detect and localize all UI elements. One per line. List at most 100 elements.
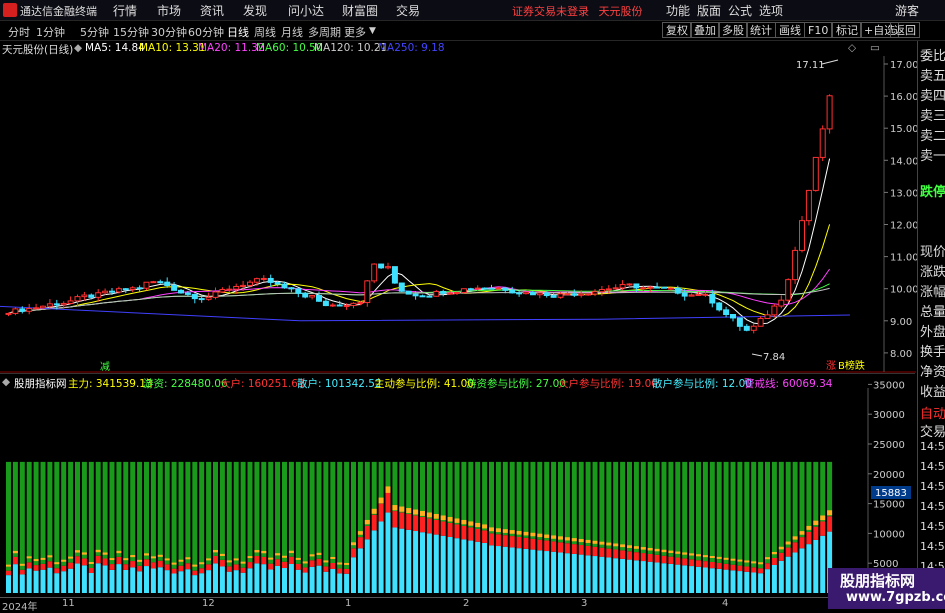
main-force-bar [544, 534, 550, 538]
candle-body [454, 291, 460, 294]
big-holder-bar [378, 503, 384, 522]
hot-money-bar [730, 461, 736, 565]
main-force-bar [751, 561, 757, 564]
candle-body [391, 266, 398, 284]
hot-money-bar [530, 461, 536, 539]
big-holder-bar [19, 569, 25, 575]
hot-money-bar [413, 461, 419, 516]
main-force-bar [827, 510, 833, 516]
hot-money-bar [81, 461, 87, 559]
main-force-bar [771, 551, 777, 555]
main-force-bar [47, 555, 53, 558]
main-force-bar [178, 559, 184, 562]
panel-ask1: 卖一 [920, 149, 945, 164]
indicator-settings-icon[interactable]: ◆ [2, 376, 10, 388]
big-holder-bar [406, 514, 412, 530]
big-holder-bar [61, 565, 67, 572]
main-force-bar [123, 558, 129, 561]
candle-body [605, 288, 612, 291]
main-force-bar [806, 525, 812, 530]
candle-body [792, 249, 799, 281]
candle-body [440, 290, 447, 294]
hot-money-bar [178, 461, 184, 566]
candle-body [198, 298, 205, 301]
main-force-bar [744, 560, 750, 563]
big-holder-bar [647, 553, 653, 562]
main-force-bar [33, 559, 39, 562]
big-holder-bar [489, 533, 494, 546]
retail-bar [813, 539, 819, 593]
main-force-bar [640, 547, 646, 550]
hot-money-bar [516, 461, 522, 537]
retail-bar [413, 531, 419, 593]
panel-trade[interactable]: 交易 [920, 421, 945, 440]
main-force-bar [564, 537, 570, 541]
time-entry: 14:56 [920, 440, 945, 453]
main-force-bar [599, 541, 605, 545]
main-force-bar [371, 508, 377, 514]
main-force-bar [378, 497, 384, 504]
main-force-bar [61, 559, 67, 562]
big-holder-bar [288, 556, 294, 564]
candle-body [240, 284, 247, 288]
retail-bar [696, 566, 701, 593]
main-force-bar [316, 552, 322, 555]
main-force-bar [668, 550, 674, 553]
hot-money-bar [495, 461, 501, 535]
retail-bar [702, 567, 708, 593]
retail-bar [247, 568, 253, 593]
retail-bar [288, 563, 294, 593]
retail-bar [620, 558, 626, 593]
big-holder-bar [509, 536, 515, 548]
price-tick-label: 8.00 [890, 349, 912, 360]
main-force-bar [675, 551, 681, 554]
main-force-bar [454, 518, 460, 523]
big-holder-bar [627, 551, 632, 560]
big-holder-bar [785, 547, 791, 557]
retail-bar [109, 569, 115, 593]
candle-body [488, 287, 495, 290]
date-label-year: 2024年 [2, 602, 38, 613]
hot-money-bar [654, 461, 660, 555]
hot-money-bar [95, 461, 101, 556]
panel-ask4: 卖四 [920, 89, 945, 104]
price-tick-label: 12.00 [890, 221, 919, 232]
panel-ask3: 卖三 [920, 109, 945, 124]
candle-body [309, 294, 316, 298]
hot-money-bar [26, 461, 32, 563]
hot-money-bar [792, 461, 798, 543]
big-holder-bar [185, 563, 191, 570]
chart-canvas[interactable]: 17.00 16.00 15.00 14.00 13.00 12.00 11.00 10.00… [0, 0, 945, 609]
main-force-bar [468, 521, 474, 526]
candle-body [253, 278, 260, 283]
main-force-bar [558, 536, 563, 540]
main-force-bar [54, 562, 60, 565]
hot-money-bar [454, 461, 460, 525]
retail-bar [475, 541, 481, 593]
main-force-bar [337, 562, 343, 565]
hot-money-bar [47, 461, 53, 562]
candlesticks [5, 94, 833, 334]
hot-money-bar [164, 461, 170, 565]
main-force-bar [6, 564, 11, 567]
big-holder-bar [813, 526, 819, 540]
price-tick-label: 11.00 [890, 253, 919, 264]
big-holder-bar [88, 567, 94, 573]
retail-bar [137, 571, 143, 593]
hot-money-bar [12, 461, 18, 557]
watermark: 股朋指标网 www.7gpzb.com [828, 568, 945, 609]
candle-body [778, 299, 785, 307]
retail-bar [275, 565, 281, 593]
big-holder-bar [68, 562, 74, 569]
main-force-bar [461, 519, 467, 525]
panel-auto[interactable]: 自动 [920, 403, 945, 422]
candle-body [460, 288, 467, 293]
candle-body [730, 314, 736, 319]
retail-bar [633, 560, 639, 593]
hot-money-bar [75, 461, 80, 557]
main-force-bar [226, 560, 232, 563]
big-holder-bar [254, 556, 260, 564]
candle-body [336, 304, 343, 307]
candle-body [157, 281, 164, 284]
candle-body [743, 325, 750, 331]
